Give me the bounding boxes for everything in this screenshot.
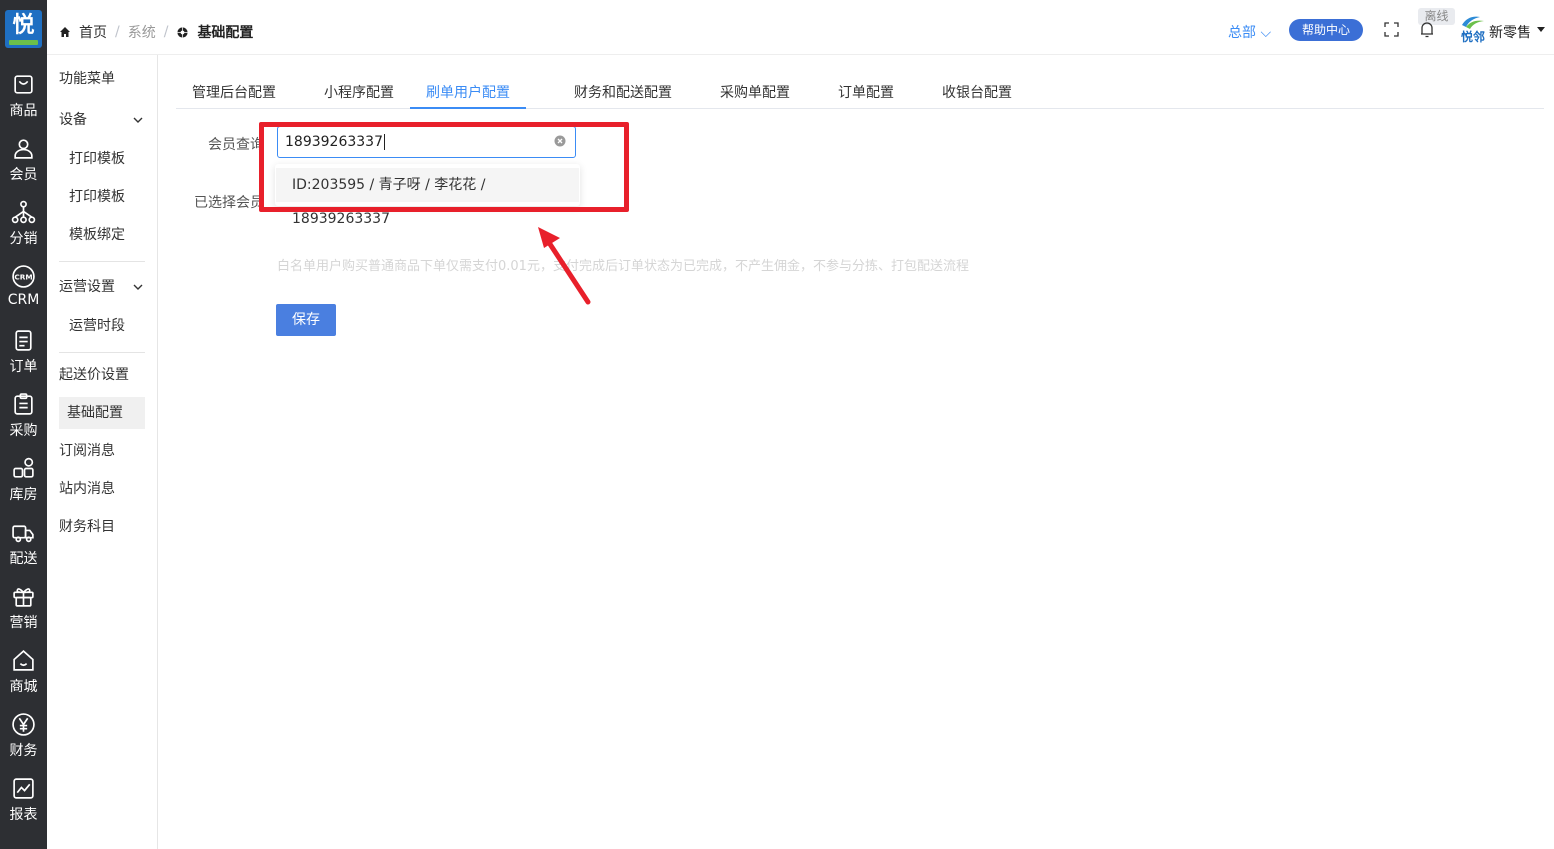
svg-text:CRM: CRM <box>14 273 32 282</box>
help-center-button[interactable]: 帮助中心 <box>1289 19 1363 41</box>
tab-order-config[interactable]: 订单配置 <box>838 82 894 109</box>
menu-item-operating-hours[interactable]: 运营时段 <box>69 310 155 342</box>
tab-miniprogram-config[interactable]: 小程序配置 <box>324 82 394 109</box>
annotation-highlight-box <box>259 122 629 212</box>
brand-logo-mark: 悦邻 <box>1461 16 1485 44</box>
settings-icon <box>177 26 189 38</box>
nav-reports[interactable]: 报表 <box>0 776 47 840</box>
chevron-down-icon <box>133 117 143 123</box>
nav-marketing[interactable]: 营销 <box>0 584 47 648</box>
nav-delivery[interactable]: 配送 <box>0 520 47 584</box>
home-icon <box>60 27 70 37</box>
breadcrumb-separator: / <box>163 24 169 40</box>
nav-mall-label: 商城 <box>9 679 38 695</box>
logo-strip <box>9 40 38 45</box>
menu-item-min-order[interactable]: 起送价设置 <box>59 359 145 391</box>
menu-group-device-label: 设备 <box>59 112 87 128</box>
menu-item-subscription-msg[interactable]: 订阅消息 <box>59 435 145 467</box>
bag-icon <box>14 75 33 94</box>
config-tabs: 管理后台配置 小程序配置 刷单用户配置 财务和配送配置 采购单配置 订单配置 收… <box>176 74 1544 109</box>
nav-distribution[interactable]: 分销 <box>0 200 47 264</box>
tab-finance-delivery-config[interactable]: 财务和配送配置 <box>574 82 672 109</box>
nav-marketing-label: 营销 <box>9 615 38 631</box>
tab-purchase-config[interactable]: 采购单配置 <box>720 82 790 109</box>
nav-crm[interactable]: CRM CRM <box>0 264 47 328</box>
nav-distribution-label: 分销 <box>9 231 38 247</box>
app-logo[interactable]: 悦 <box>5 10 42 48</box>
user-icon <box>14 139 33 159</box>
annotation-arrow-icon <box>538 227 591 305</box>
breadcrumb-home[interactable]: 首页 <box>79 22 107 42</box>
yen-icon <box>12 713 35 736</box>
menu-item-print-template-2[interactable]: 打印模板 <box>69 181 155 213</box>
tab-admin-config[interactable]: 管理后台配置 <box>192 82 276 109</box>
network-icon <box>11 200 36 224</box>
clipboard-icon <box>14 393 33 415</box>
house-icon <box>13 650 34 671</box>
chart-icon <box>13 778 34 799</box>
nav-crm-label: CRM <box>7 292 40 308</box>
nav-orders-label: 订单 <box>9 359 38 375</box>
nav-orders[interactable]: 订单 <box>0 328 47 392</box>
nav-goods-label: 商品 <box>9 103 38 119</box>
breadcrumb-separator: / <box>115 24 120 40</box>
menu-group-operations[interactable]: 运营设置 <box>59 271 145 303</box>
truck-icon <box>12 525 34 543</box>
menu-divider <box>59 352 145 353</box>
function-menu: 功能菜单 设备 打印模板 打印模板 模板绑定 运营设置 运营时段 起送价设置 基… <box>47 55 158 849</box>
bell-icon[interactable] <box>1419 22 1435 38</box>
menu-item-finance-subjects[interactable]: 财务科目 <box>59 511 145 543</box>
whitelist-note: 白名单用户购买普通商品下单仅需支付0.01元，支付完成后订单状态为已完成，不产生… <box>277 259 969 274</box>
gift-icon <box>13 588 34 607</box>
nav-mall[interactable]: 商城 <box>0 648 47 712</box>
nav-reports-label: 报表 <box>9 807 38 823</box>
selected-member-label: 已选择会员 <box>194 195 264 211</box>
store-selector[interactable]: 总部 ⌵ <box>1228 22 1271 42</box>
member-query-label: 会员查询 <box>208 137 264 153</box>
crm-icon: CRM <box>12 265 35 288</box>
nav-members[interactable]: 会员 <box>0 136 47 200</box>
menu-group-operations-label: 运营设置 <box>59 279 115 295</box>
top-header: 首页 / 系统 / 基础配置 总部 ⌵ 帮助中心 离线 悦邻 新零售 <box>47 0 1554 55</box>
tab-cashier-config[interactable]: 收银台配置 <box>942 82 1012 109</box>
chevron-down-icon <box>133 284 143 290</box>
save-button[interactable]: 保存 <box>276 304 336 336</box>
fullscreen-icon[interactable] <box>1384 22 1399 37</box>
grid-icon <box>13 457 34 478</box>
tab-fake-order-config[interactable]: 刷单用户配置 <box>410 82 526 109</box>
breadcrumb-current: 基础配置 <box>197 25 254 41</box>
nav-purchase[interactable]: 采购 <box>0 392 47 456</box>
nav-goods[interactable]: 商品 <box>0 72 47 136</box>
nav-finance-label: 财务 <box>9 743 38 759</box>
app-logo-text: 悦 <box>12 13 35 38</box>
nav-purchase-label: 采购 <box>9 423 38 439</box>
document-icon <box>15 330 32 351</box>
nav-finance[interactable]: 财务 <box>0 712 47 776</box>
main-nav-rail: 悦 商品 会员 分销 CRM CRM 订单 采购 库房 配送 营销 商城 财务 … <box>0 0 47 849</box>
menu-item-site-msg[interactable]: 站内消息 <box>59 473 145 505</box>
brand-logo-text: 悦邻 <box>1461 29 1485 44</box>
breadcrumb-section[interactable]: 系统 <box>128 22 156 42</box>
nav-warehouse[interactable]: 库房 <box>0 456 47 520</box>
breadcrumb: 首页 / 系统 / 基础配置 <box>59 22 253 42</box>
caret-down-icon[interactable] <box>1537 27 1545 32</box>
menu-item-basic-config[interactable]: 基础配置 <box>59 397 145 429</box>
menu-item-print-template[interactable]: 打印模板 <box>69 143 155 175</box>
nav-members-label: 会员 <box>9 167 38 183</box>
menu-divider <box>59 261 145 262</box>
nav-warehouse-label: 库房 <box>9 487 38 503</box>
menu-item-template-binding[interactable]: 模板绑定 <box>69 219 155 251</box>
account-menu[interactable]: 新零售 <box>1489 22 1531 42</box>
menu-title: 功能菜单 <box>59 71 115 87</box>
brand-logo: 悦邻 <box>1458 13 1488 45</box>
menu-group-device[interactable]: 设备 <box>59 104 145 136</box>
nav-delivery-label: 配送 <box>9 551 38 567</box>
